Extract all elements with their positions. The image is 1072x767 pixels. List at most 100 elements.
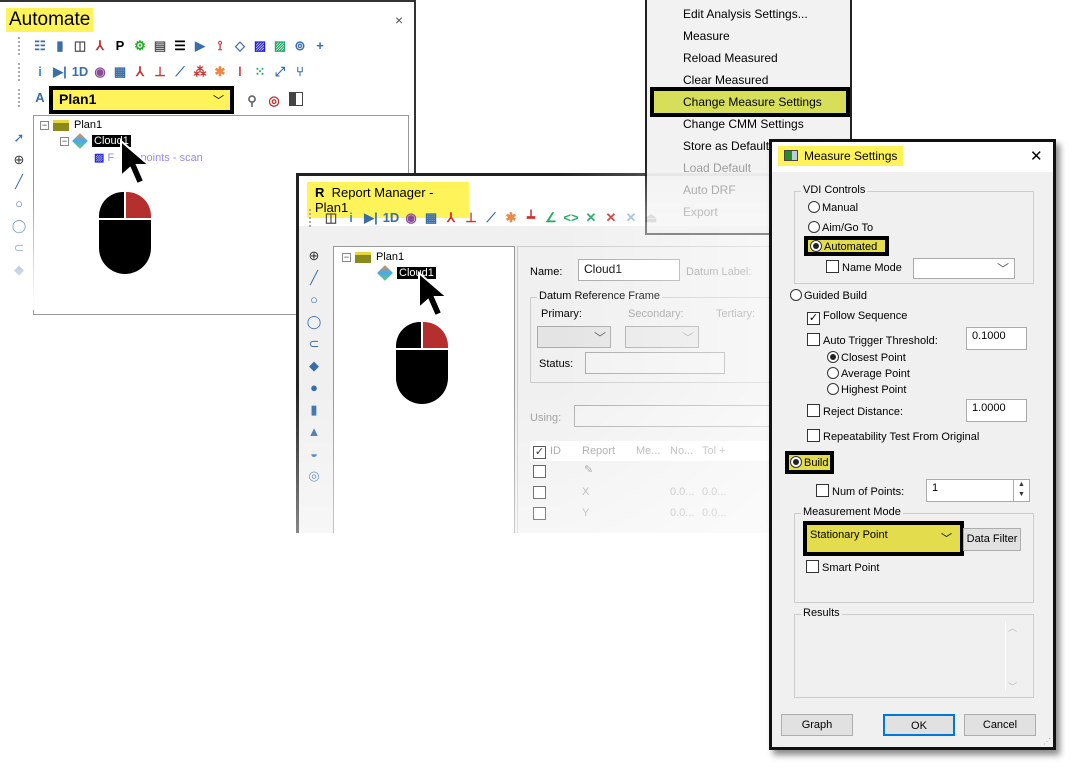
list-icon[interactable]: ☰	[171, 37, 189, 55]
col-measured[interactable]: Me...	[636, 445, 660, 457]
eye-icon[interactable]: ◉	[91, 63, 109, 81]
report-icon[interactable]: ☷	[31, 37, 49, 55]
reject-distance-input[interactable]: 1.0000	[966, 399, 1027, 422]
toolbar-grip[interactable]	[18, 63, 22, 81]
menu-item-store-as-default[interactable]: Store as Default	[683, 139, 769, 153]
axis-circle-icon[interactable]: ⅄	[442, 209, 460, 227]
automated-radio[interactable]: Automated	[810, 240, 877, 253]
step-icon[interactable]: ▶|	[362, 209, 380, 227]
num-points-input[interactable]: 1 ▲ ▼	[926, 479, 1030, 502]
manual-radio[interactable]: Manual	[808, 201, 858, 214]
auto-trigger-input[interactable]: 0.1000	[966, 327, 1027, 350]
grid-icon[interactable]: ▦	[111, 63, 129, 81]
slot-icon[interactable]: ⊂	[305, 336, 323, 352]
axis-icon[interactable]: ⅄	[91, 37, 109, 55]
probe-icon[interactable]: ⚙	[131, 37, 149, 55]
cone-icon[interactable]: ▲	[305, 424, 323, 439]
toggle-icon[interactable]	[287, 92, 305, 110]
angle-icon[interactable]: ∠	[542, 209, 560, 227]
select-icon[interactable]: ◎	[265, 92, 283, 110]
graph-button[interactable]: Graph	[781, 714, 853, 736]
closest-point-radio[interactable]: Closest Point	[827, 351, 906, 364]
close-button[interactable]: ×	[395, 12, 403, 28]
eye-icon[interactable]: ◉	[402, 209, 420, 227]
line-icon[interactable]: ╱	[305, 270, 323, 286]
chart-icon[interactable]: ⟋	[482, 209, 500, 227]
menu-item-reload-measured[interactable]: Reload Measured	[683, 51, 778, 65]
build-radio[interactable]: Build	[790, 456, 828, 469]
camera-icon[interactable]: ◫	[322, 209, 340, 227]
name-mode-select[interactable]: ﹀	[913, 258, 1015, 279]
auto-trigger-checkbox[interactable]: Auto Trigger Threshold:	[807, 333, 938, 347]
multi-circle-icon[interactable]: ⁂	[191, 63, 209, 81]
code-icon[interactable]: <>	[562, 209, 580, 227]
sphere-icon[interactable]: ●	[305, 380, 323, 395]
chart-icon[interactable]: ⟋	[171, 63, 189, 81]
axis-circle-icon[interactable]: ⅄	[131, 63, 149, 81]
num-points-checkbox[interactable]: Num of Points:	[816, 484, 904, 498]
tool-1d-button[interactable]: 1D	[382, 209, 400, 227]
point-icon[interactable]: ➚	[10, 130, 28, 146]
target-icon[interactable]: ⊚	[291, 37, 309, 55]
tag-icon[interactable]: ◇	[231, 37, 249, 55]
ruler-icon[interactable]: ┷	[522, 209, 540, 227]
row-checkbox[interactable]	[533, 507, 549, 521]
secondary-select[interactable]: ﹀	[625, 326, 699, 348]
cross2-icon[interactable]: ✕	[602, 209, 620, 227]
row-checkbox[interactable]	[533, 486, 549, 500]
document-icon[interactable]: ▤	[151, 37, 169, 55]
info-icon[interactable]: i	[342, 209, 360, 227]
grid-icon[interactable]: ▦	[422, 209, 440, 227]
cancel-button[interactable]: Cancel	[964, 714, 1036, 736]
axis-square-icon[interactable]: ⊥	[151, 63, 169, 81]
menu-item-change-measure-settings[interactable]: Change Measure Settings	[683, 95, 822, 109]
tool-p-button[interactable]: P	[111, 37, 129, 55]
close-button[interactable]: ✕	[1030, 147, 1043, 165]
camera-icon[interactable]: ◫	[71, 37, 89, 55]
search-icon[interactable]: ⚲	[243, 92, 261, 110]
results-scrollbar[interactable]: ︿ ﹀	[1005, 621, 1019, 693]
col-report[interactable]: Report	[582, 445, 615, 457]
plus-icon[interactable]: +	[311, 37, 329, 55]
table-row[interactable]: X 0.0... 0.0...	[530, 482, 790, 503]
toolbar-grip[interactable]	[18, 37, 22, 55]
branch-icon[interactable]: ⑂	[291, 63, 309, 81]
arrows-icon[interactable]: ⤢	[271, 63, 289, 81]
toolbar-grip[interactable]	[309, 209, 313, 227]
tree-node-plan[interactable]: − Plan1	[40, 119, 102, 131]
reject-distance-checkbox[interactable]: Reject Distance:	[807, 404, 903, 418]
collapse-icon[interactable]: −	[342, 252, 351, 262]
primary-select[interactable]: ﹀	[537, 326, 611, 348]
plan-select[interactable]: Plan1 ﹀	[49, 86, 234, 114]
menu-item-auto-drf[interactable]: Auto DRF	[683, 183, 736, 197]
cross-icon[interactable]: ✕	[582, 209, 600, 227]
menu-item-load-default[interactable]: Load Default	[683, 161, 751, 175]
spinner-icon[interactable]: ▲ ▼	[1013, 480, 1029, 501]
info-icon[interactable]: i	[31, 63, 49, 81]
scroll-up-icon[interactable]: ︿	[1006, 621, 1019, 634]
play-icon[interactable]: ▶	[191, 37, 209, 55]
table-row[interactable]: Y 0.0... 0.0...	[530, 503, 790, 524]
tool-1d-button[interactable]: 1D	[71, 63, 89, 81]
toolbar-grip[interactable]	[18, 89, 22, 107]
plane-icon[interactable]: ◆	[305, 358, 323, 374]
thermometer-icon[interactable]: ǀ	[231, 63, 249, 81]
table-row[interactable]: ✎	[530, 461, 790, 482]
menu-item-export[interactable]: Export	[683, 205, 718, 219]
torus-icon[interactable]: ◎	[305, 468, 323, 484]
menu-item-edit-analysis-settings[interactable]: Edit Analysis Settings...	[683, 7, 808, 21]
edit-icon[interactable]: ✎	[584, 463, 593, 476]
resize-grip-icon[interactable]: ⋰	[1043, 737, 1051, 746]
paraboloid-icon[interactable]: ◒	[305, 446, 323, 461]
select-all-checkbox[interactable]: ✓	[533, 444, 549, 459]
row-checkbox[interactable]	[533, 465, 549, 479]
page-icon[interactable]: ▮	[51, 37, 69, 55]
scroll-down-icon[interactable]: ﹀	[1006, 680, 1019, 693]
line-icon[interactable]: ╱	[10, 174, 28, 190]
color-icon[interactable]: ✱	[211, 63, 229, 81]
crosshair-icon[interactable]: ⊕	[10, 152, 28, 168]
data-filter-button[interactable]: Data Filter	[963, 528, 1021, 551]
tree-node-plan[interactable]: − Plan1	[342, 251, 404, 263]
step-icon[interactable]: ▶|	[51, 63, 69, 81]
circle-icon[interactable]: ○	[305, 292, 323, 307]
